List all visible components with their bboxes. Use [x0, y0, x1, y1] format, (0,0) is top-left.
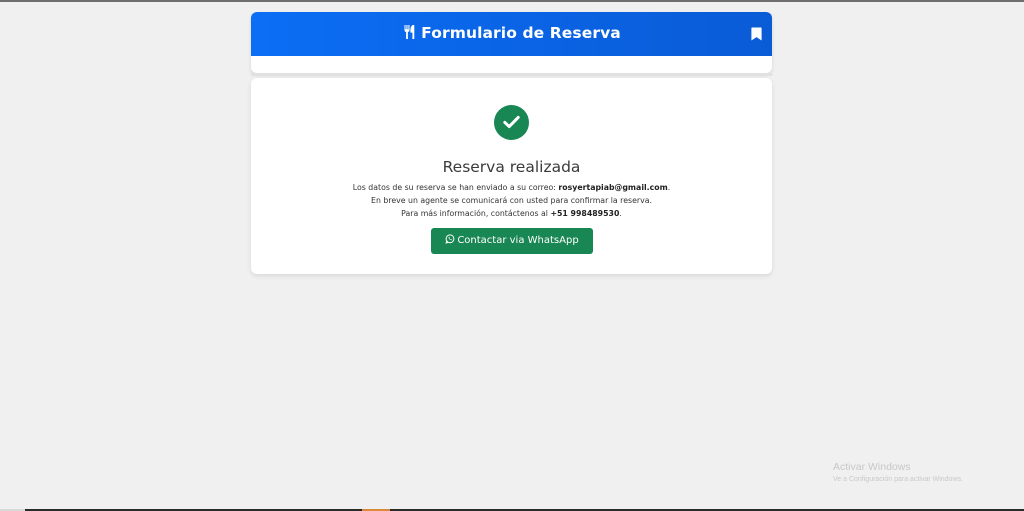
window-top-border	[0, 0, 1024, 2]
bookmark-icon[interactable]	[751, 27, 762, 41]
confirmation-title: Reserva realizada	[442, 158, 581, 176]
message-line-agent: En breve un agente se comunicará con ust…	[371, 196, 652, 205]
confirmation-card: Reserva realizada Los datos de su reserv…	[251, 78, 772, 274]
header-card: Formulario de Reserva	[251, 12, 772, 73]
header-title-text: Formulario de Reserva	[421, 24, 621, 42]
message-line-contact-prefix: Para más información, contáctenos al	[401, 209, 551, 218]
contact-whatsapp-button[interactable]: Contactar via WhatsApp	[431, 228, 593, 254]
message-line-contact-suffix: .	[619, 209, 622, 218]
page-title: Formulario de Reserva	[251, 22, 772, 44]
phone-number: +51 998489530	[550, 209, 620, 218]
whatsapp-icon	[445, 234, 455, 244]
message-line-email-prefix: Los datos de su reserva se han enviado a…	[352, 183, 559, 192]
email-address: rosyertapiab@gmail.com	[558, 183, 668, 192]
confirmation-message: Los datos de su reserva se han enviado a…	[251, 181, 772, 220]
watermark-title: Activar Windows	[833, 461, 911, 473]
utensils-icon	[404, 25, 415, 39]
message-line-email: Los datos de su reserva se han enviado a…	[251, 181, 772, 194]
windows-activation-watermark: Activar Windows Ve a Configuración para …	[833, 460, 963, 485]
message-line-contact: Para más información, contáctenos al +51…	[251, 207, 772, 220]
check-circle-icon	[494, 105, 529, 140]
whatsapp-button-label: Contactar via WhatsApp	[457, 235, 579, 246]
checkmark-icon	[503, 115, 520, 129]
watermark-subtitle: Ve a Configuración para activar Windows.	[833, 476, 963, 483]
header-bar: Formulario de Reserva	[251, 12, 772, 56]
message-line-email-suffix: .	[667, 183, 671, 192]
section-divider	[251, 73, 772, 76]
